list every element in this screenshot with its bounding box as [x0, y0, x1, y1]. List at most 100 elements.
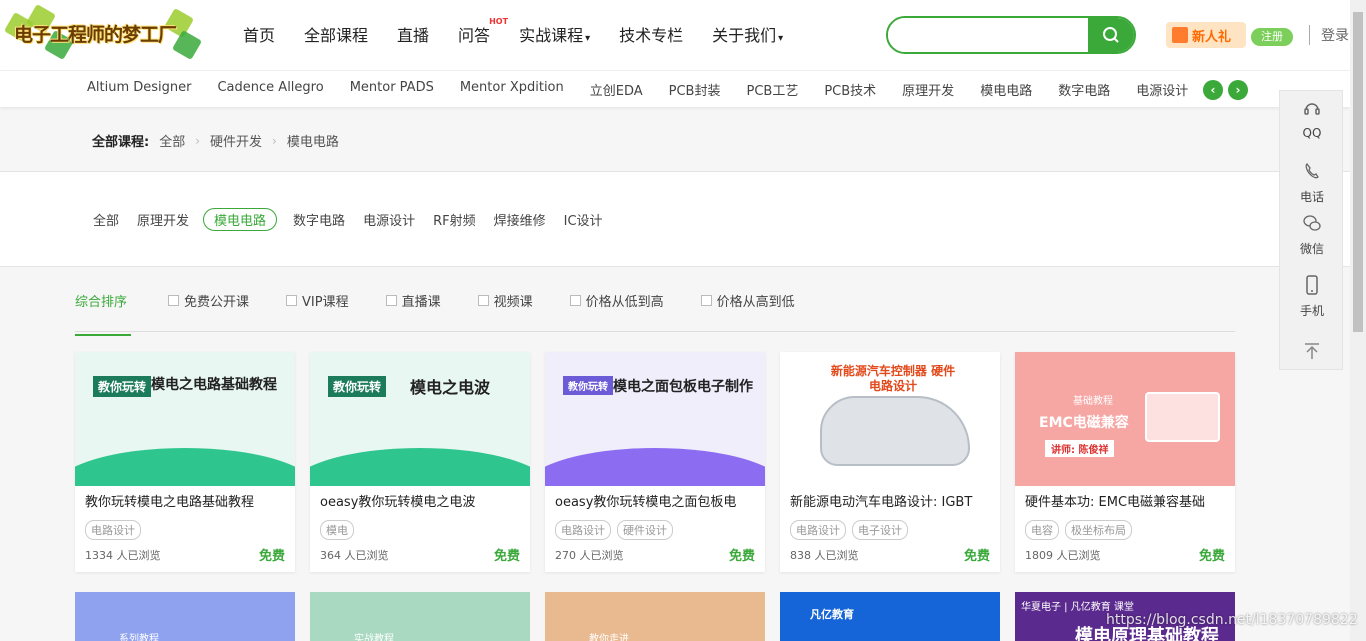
subnav-topic-link[interactable]: 原理开发	[902, 80, 954, 99]
course-thumbnail[interactable]: 基础教程 EMC电磁兼容 讲师: 陈俊祥	[1015, 352, 1235, 486]
nav-item[interactable]: 全部课程	[304, 22, 368, 46]
checkbox[interactable]	[569, 295, 581, 306]
course-title[interactable]: oeasy教你玩转模电之电波	[320, 491, 525, 510]
sort-option[interactable]: 直播课	[385, 291, 441, 310]
course-thumbnail[interactable]: 教你玩转 模电之面包板电子制作	[545, 352, 765, 486]
search-button[interactable]	[1088, 18, 1134, 52]
checkbox[interactable]	[168, 295, 179, 306]
course-tag[interactable]: 硬件设计	[617, 520, 673, 540]
sort-option[interactable]: 视频课	[477, 291, 533, 310]
subnav-topic-link[interactable]: 立创EDA	[590, 80, 643, 99]
course-title[interactable]: 教你玩转模电之电路基础教程	[85, 491, 290, 510]
sort-option-label: 视频课	[493, 295, 533, 310]
thumb-heading: 模电之电波	[410, 378, 491, 397]
nav-item[interactable]: 技术专栏	[619, 22, 683, 46]
subnav-topic-link[interactable]: 模电电路	[980, 80, 1032, 99]
sort-default-tab[interactable]: 综合排序	[75, 291, 131, 336]
phone-icon	[1305, 163, 1319, 179]
watermark: https://blog.csdn.net/l18370789822	[1106, 612, 1358, 628]
sort-option-label: 价格从高到低	[716, 295, 795, 310]
breadcrumb-item[interactable]: 全部	[159, 131, 185, 150]
nav-item[interactable]: 问答 HOT	[458, 17, 508, 46]
category-filter-item[interactable]: IC设计	[564, 209, 603, 230]
new-user-gift-button[interactable]: 新人礼	[1166, 22, 1246, 48]
register-button[interactable]: 注册	[1251, 28, 1293, 46]
nav-item[interactable]: 首页	[243, 22, 275, 46]
course-title[interactable]: 新能源电动汽车电路设计: IGBT	[790, 491, 995, 510]
course-card[interactable]: 教你玩转 模电之面包板电子制作 oeasy教你玩转模电之面包板电 电路设计 硬件设计 27…	[545, 352, 765, 572]
course-tags: 电容 极坐标布局	[1025, 520, 1132, 540]
sidebar-item-headset[interactable]: QQ	[1280, 99, 1344, 140]
category-filter-item[interactable]: 全部	[93, 209, 119, 230]
price-label: 免费	[1198, 549, 1225, 564]
nav-item[interactable]: 直播	[397, 22, 429, 46]
subnav-topic-link[interactable]: PCB工艺	[746, 80, 798, 99]
subnav-next-button[interactable]: ›	[1228, 80, 1248, 100]
site-logo[interactable]: 电子工程师的梦工厂	[3, 3, 203, 61]
thumb-badge: 教你玩转	[563, 376, 613, 395]
subnav-topic-link[interactable]: PCB技术	[824, 80, 876, 99]
thumb-badge: 教你玩转	[328, 376, 387, 397]
category-filter-item[interactable]: RF射频	[433, 209, 476, 230]
sidebar-item-back-to-top[interactable]	[1280, 341, 1344, 368]
sort-option[interactable]: 价格从高到低	[700, 291, 795, 310]
course-card[interactable]: 教你玩转 模电之电路基础教程 教你玩转模电之电路基础教程 电路设计 1334 人已浏览免…	[75, 352, 295, 572]
course-card[interactable]: 凡亿教育	[780, 592, 1000, 641]
sidebar-item-mobile[interactable]: 手机	[1280, 275, 1344, 319]
category-filter-item[interactable]: 电源设计	[363, 209, 415, 230]
nav-item-label: 首页	[243, 26, 276, 45]
sidebar-item-phone[interactable]: 电话	[1280, 161, 1344, 205]
sort-option[interactable]: 免费公开课	[168, 291, 249, 310]
page-scrollbar[interactable]	[1350, 0, 1366, 641]
breadcrumb-item[interactable]: 模电电路	[287, 131, 339, 150]
course-card[interactable]: 新能源汽车控制器 硬件电路设计新能源电动汽车电路设计: IGBT 电路设计 电子设计…	[780, 352, 1000, 572]
subnav-prev-button[interactable]: ‹	[1203, 80, 1223, 100]
gift-label: 新人礼	[1192, 29, 1232, 45]
sort-option[interactable]: 价格从低到高	[569, 291, 664, 310]
course-title[interactable]: oeasy教你玩转模电之面包板电	[555, 491, 760, 510]
checkbox[interactable]	[385, 295, 397, 306]
sort-option[interactable]: VIP课程	[286, 291, 349, 310]
course-tag[interactable]: 电路设计	[790, 520, 846, 540]
sidebar-item-wechat[interactable]: 微信	[1280, 213, 1344, 257]
login-link[interactable]: 登录	[1321, 25, 1349, 45]
nav-item[interactable]: 关于我们 ▾	[712, 22, 783, 46]
subnav-topic-link[interactable]: 数字电路	[1058, 80, 1110, 99]
course-thumbnail[interactable]: 教你玩转 模电之电路基础教程	[75, 352, 295, 486]
scrollbar-thumb[interactable]	[1353, 12, 1363, 332]
thumb-decoration	[545, 448, 765, 486]
checkbox[interactable]	[286, 295, 298, 306]
course-card[interactable]: 系列教程	[75, 592, 295, 641]
category-filter-item[interactable]: 数字电路	[293, 209, 345, 230]
course-tag[interactable]: 电子设计	[852, 520, 908, 540]
subnav-topic-link[interactable]: Mentor Xpdition	[460, 80, 564, 99]
course-tag[interactable]: 极坐标布局	[1065, 520, 1132, 540]
course-card[interactable]: 基础教程 EMC电磁兼容 讲师: 陈俊祥硬件基本功: EMC电磁兼容基础 电容 极坐标布…	[1015, 352, 1235, 572]
course-card[interactable]: 教你走进	[545, 592, 765, 641]
chevron-down-icon: ▾	[778, 33, 784, 44]
category-filter-item[interactable]: 模电电路	[203, 208, 278, 231]
breadcrumb-item[interactable]: 硬件开发	[210, 131, 262, 150]
course-tag[interactable]: 模电	[320, 520, 354, 540]
thumb-badge: 教你玩转	[93, 376, 152, 397]
course-title[interactable]: 硬件基本功: EMC电磁兼容基础	[1025, 491, 1230, 510]
course-card[interactable]: 教你玩转 模电之电波 oeasy教你玩转模电之电波 模电 364 人已浏览 免费	[310, 352, 530, 572]
category-filter-item[interactable]: 焊接维修	[494, 209, 546, 230]
course-tag[interactable]: 电容	[1025, 520, 1059, 540]
search-input[interactable]	[888, 18, 1088, 52]
course-thumbnail[interactable]: 新能源汽车控制器 硬件电路设计	[780, 352, 1000, 486]
checkbox[interactable]	[477, 295, 489, 306]
sidebar-item-label: 电话	[1299, 190, 1324, 204]
subnav-topic-link[interactable]: Mentor PADS	[350, 80, 434, 99]
course-card[interactable]: 实战教程	[310, 592, 530, 641]
course-tag[interactable]: 电路设计	[555, 520, 611, 540]
course-thumbnail[interactable]: 教你玩转 模电之电波	[310, 352, 530, 486]
course-tag[interactable]: 电路设计	[85, 520, 141, 540]
subnav-topic-link[interactable]: Cadence Allegro	[217, 80, 323, 99]
checkbox[interactable]	[700, 295, 712, 306]
nav-item[interactable]: 实战课程 ▾	[519, 22, 590, 46]
category-filter-item[interactable]: 原理开发	[137, 209, 189, 230]
subnav-topic-link[interactable]: PCB封装	[669, 80, 721, 99]
subnav-topic-link[interactable]: 电源设计	[1136, 80, 1188, 99]
subnav-topic-link[interactable]: Altium Designer	[87, 80, 191, 99]
